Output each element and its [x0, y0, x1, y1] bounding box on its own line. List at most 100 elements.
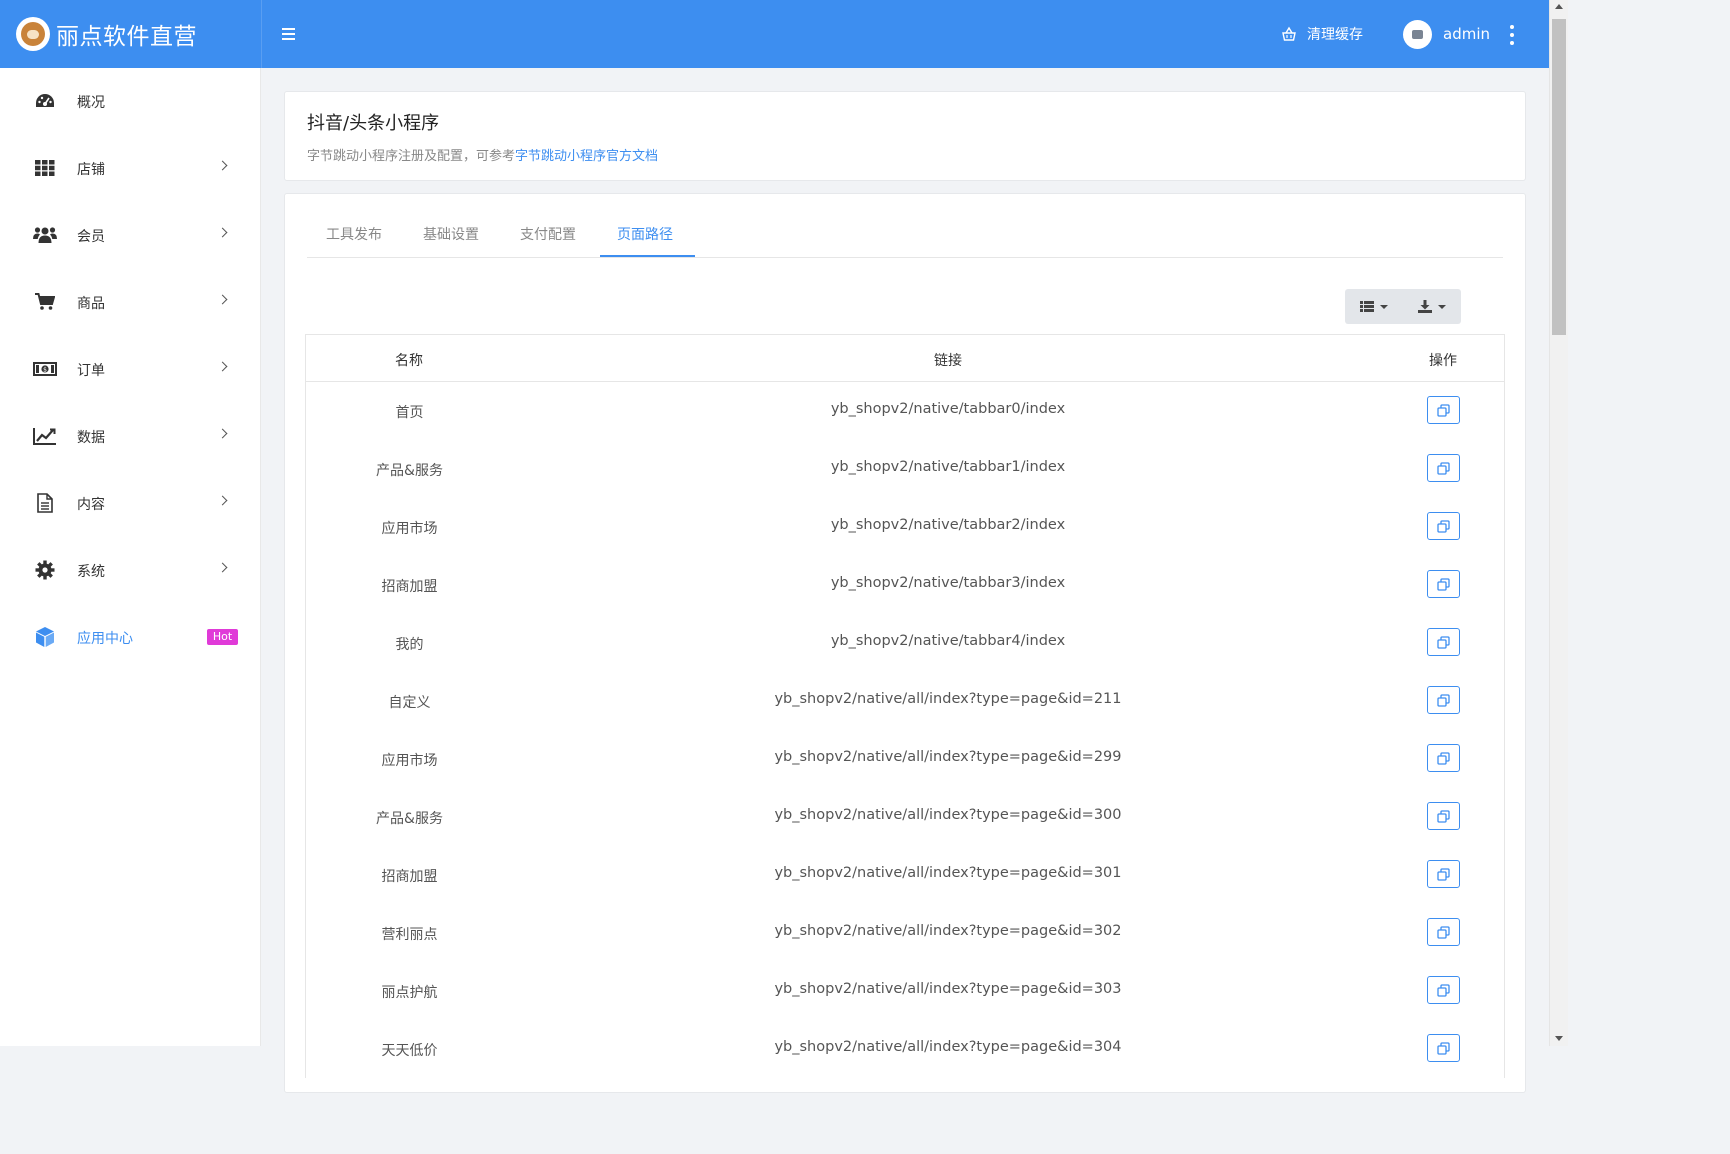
- table-row: 丽点护航 yb_shopv2/native/all/index?type=page…: [306, 962, 1504, 1020]
- money-icon: $: [33, 359, 57, 379]
- copy-link-button[interactable]: [1427, 860, 1460, 888]
- tab-basic-settings[interactable]: 基础设置: [423, 224, 479, 244]
- sidebar-item-content[interactable]: 内容: [0, 483, 261, 523]
- hot-badge: Hot: [207, 629, 238, 645]
- svg-text:$: $: [43, 367, 47, 374]
- doc-link[interactable]: 字节跳动小程序官方文档: [515, 149, 658, 164]
- row-name: 招商加盟: [381, 869, 438, 885]
- copy-link-button[interactable]: [1427, 918, 1460, 946]
- copy-link-button[interactable]: [1427, 802, 1460, 830]
- sidebar-item-app-center[interactable]: 应用中心 Hot: [0, 617, 261, 657]
- sidebar-item-products[interactable]: 商品: [0, 282, 261, 322]
- copy-link-button[interactable]: [1427, 570, 1460, 598]
- tab-page-paths[interactable]: 页面路径: [617, 224, 673, 244]
- copy-icon: [1437, 461, 1450, 475]
- sidebar-item-overview[interactable]: 概况: [0, 81, 261, 121]
- copy-link-button[interactable]: [1427, 1034, 1460, 1062]
- more-vertical-icon[interactable]: [1509, 25, 1515, 45]
- dashboard-icon: [33, 91, 57, 111]
- copy-link-button[interactable]: [1427, 396, 1460, 424]
- row-name: 首页: [395, 405, 424, 421]
- row-name: 自定义: [388, 695, 431, 711]
- sidebar-item-members[interactable]: 会员: [0, 215, 261, 255]
- copy-icon: [1437, 925, 1450, 939]
- basket-icon: [1282, 26, 1296, 41]
- tab-bar: 工具发布 基础设置 支付配置 页面路径: [307, 214, 1503, 258]
- table-row: 产品&服务 yb_shopv2/native/all/index?type=pag…: [306, 788, 1504, 846]
- brand[interactable]: 丽点软件直营: [0, 0, 261, 68]
- sidebar-item-data[interactable]: 数据: [0, 416, 261, 456]
- row-name: 营利丽点: [381, 927, 438, 943]
- row-name: 我的: [395, 637, 424, 653]
- scroll-thumb[interactable]: [1552, 19, 1566, 335]
- sidebar-item-label: 订单: [77, 363, 105, 379]
- active-tab-indicator: [600, 255, 695, 257]
- tab-payment-config[interactable]: 支付配置: [520, 224, 576, 244]
- table-row: 应用市场 yb_shopv2/native/tabbar2/index: [306, 498, 1504, 556]
- page-scrollbar[interactable]: [1549, 0, 1568, 1046]
- table-header: 名称 链接 操作: [306, 335, 1504, 382]
- table-row: 我的 yb_shopv2/native/tabbar4/index: [306, 614, 1504, 672]
- copy-link-button[interactable]: [1427, 976, 1460, 1004]
- page-path-table: 名称 链接 操作 首页 yb_shopv2/native/tabbar0/inde…: [305, 334, 1505, 1078]
- sidebar-item-label: 数据: [77, 430, 105, 446]
- table-row: 招商加盟 yb_shopv2/native/all/index?type=page…: [306, 846, 1504, 904]
- chevron-right-icon: [217, 227, 228, 238]
- row-name: 天天低价: [381, 1043, 438, 1059]
- column-header-link: 链接: [934, 353, 962, 369]
- sidebar-item-label: 内容: [77, 497, 105, 513]
- row-link: yb_shopv2/native/tabbar4/index: [830, 633, 1066, 649]
- caret-down-icon: [1380, 304, 1388, 309]
- column-header-name: 名称: [395, 353, 423, 369]
- row-link: yb_shopv2/native/all/index?type=page&id=…: [774, 749, 1122, 765]
- sidebar-item-system[interactable]: 系统: [0, 550, 261, 590]
- scroll-down-icon[interactable]: [1555, 1036, 1563, 1041]
- row-link: yb_shopv2/native/tabbar2/index: [830, 517, 1066, 533]
- columns-toggle-button[interactable]: [1345, 289, 1403, 324]
- copy-link-button[interactable]: [1427, 628, 1460, 656]
- scroll-up-icon[interactable]: [1555, 4, 1563, 9]
- tab-tool-release[interactable]: 工具发布: [326, 224, 382, 244]
- table-row: 营利丽点 yb_shopv2/native/all/index?type=page…: [306, 904, 1504, 962]
- avatar: [1403, 19, 1432, 49]
- row-name: 应用市场: [381, 521, 438, 537]
- grid-icon: [33, 158, 57, 178]
- menu-toggle-icon[interactable]: [282, 24, 298, 44]
- copy-icon: [1437, 403, 1450, 417]
- row-name: 产品&服务: [376, 463, 443, 479]
- download-icon: [1418, 300, 1432, 313]
- sidebar-item-orders[interactable]: $ 订单: [0, 349, 261, 389]
- clear-cache-button[interactable]: 清理缓存: [1281, 22, 1363, 46]
- user-menu[interactable]: admin: [1403, 19, 1490, 49]
- sidebar-item-label: 商品: [77, 296, 105, 312]
- sidebar-item-label: 概况: [77, 95, 105, 111]
- row-link: yb_shopv2/native/all/index?type=page&id=…: [774, 1039, 1122, 1055]
- copy-link-button[interactable]: [1427, 454, 1460, 482]
- chevron-right-icon: [217, 428, 228, 439]
- row-link: yb_shopv2/native/tabbar1/index: [830, 459, 1066, 475]
- export-button[interactable]: [1403, 289, 1461, 324]
- copy-icon: [1437, 751, 1450, 765]
- sidebar-item-shop[interactable]: 店铺: [0, 148, 261, 188]
- table-row: 产品&服务 yb_shopv2/native/tabbar1/index: [306, 440, 1504, 498]
- table-row: 应用市场 yb_shopv2/native/all/index?type=page…: [306, 730, 1504, 788]
- copy-link-button[interactable]: [1427, 512, 1460, 540]
- copy-icon: [1437, 577, 1450, 591]
- users-icon: [33, 225, 57, 245]
- row-link: yb_shopv2/native/all/index?type=page&id=…: [774, 981, 1122, 997]
- document-icon: [33, 493, 57, 513]
- row-link: yb_shopv2/native/all/index?type=page&id=…: [774, 865, 1122, 881]
- brand-name: 丽点软件直营: [56, 24, 197, 50]
- page-title: 抖音/头条小程序: [307, 113, 440, 134]
- sidebar: 概况 店铺 会员 商品 $ 订单 数据 内容 系统 应用中心 Hot: [0, 68, 261, 1046]
- table-body: 首页 yb_shopv2/native/tabbar0/index 产品&服务 yb_…: [306, 382, 1504, 1078]
- copy-link-button[interactable]: [1427, 744, 1460, 772]
- chevron-right-icon: [217, 160, 228, 171]
- copy-icon: [1437, 693, 1450, 707]
- copy-link-button[interactable]: [1427, 686, 1460, 714]
- row-name: 丽点护航: [381, 985, 438, 1001]
- top-bar: 丽点软件直营 清理缓存 admin: [0, 0, 1549, 68]
- chevron-right-icon: [217, 562, 228, 573]
- table-toolbar: [1345, 289, 1461, 324]
- row-link: yb_shopv2/native/all/index?type=page&id=…: [774, 923, 1122, 939]
